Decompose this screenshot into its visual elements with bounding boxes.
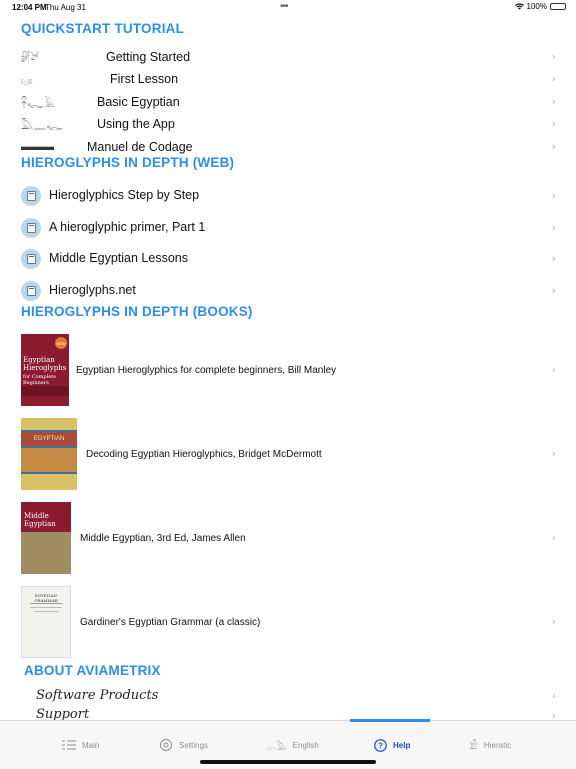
chevron-right-icon: › [551,363,556,376]
section-header-web: HIEROGLYPHS IN DEPTH (WEB) [21,155,235,170]
list-item-label: Middle Egyptian, 3rd Ed, James Allen [80,533,246,544]
list-item-basic-egyptian[interactable]: 𓋹𓆑𓄿 Basic Egyptian › [0,93,576,111]
tab-label: Main [82,740,100,750]
hieroglyph-icon: 𓅓𓈖𓆑 [21,120,63,132]
chevron-right-icon: › [551,95,556,108]
list-item-label: Egyptian Hieroglyphics for complete begi… [76,365,337,376]
web-page-icon [21,218,41,238]
active-tab-indicator [350,719,430,722]
chevron-right-icon: › [551,284,556,297]
book-cover-image: EGYPTIAN GRAMMAR [21,586,71,658]
tab-hieratic[interactable]: 𓀀 Hieratic [469,721,511,769]
cover-badge: NEW [55,337,67,349]
hieroglyph-icon: 𓂋𓅓 [266,741,287,752]
tab-label: Settings [179,740,208,750]
list-item-label: First Lesson [110,71,179,86]
book-cover-image: EGYPTIAN [21,418,77,490]
list-item-label: Software Products [36,687,159,703]
cover-title: Egyptian Hieroglyphs [23,356,67,372]
status-bar: 12:04 PM Thu Aug 31 ••• 100% [0,0,576,14]
hieroglyph-icon: 𓋹𓆑𓄿 [21,98,55,110]
chevron-right-icon: › [551,72,556,85]
multitasking-dots-icon[interactable]: ••• [280,1,288,12]
list-item-book[interactable]: Middle Egyptian Middle Egyptian, 3rd Ed,… [0,502,576,574]
tab-label: English [292,740,319,750]
hieratic-icon: 𓀀 [469,741,478,752]
chevron-right-icon: › [551,252,556,265]
battery-percent: 100% [526,2,547,11]
section-header-quickstart: QUICKSTART TUTORIAL [21,21,185,36]
list-item-book[interactable]: EGYPTIAN GRAMMAR Gardiner's Egyptian Gra… [0,586,576,658]
list-item-label: Basic Egyptian [97,94,180,109]
chevron-right-icon: › [551,140,556,153]
list-item-web-link[interactable]: Hieroglyphics Step by Step › [0,185,576,207]
chevron-right-icon: › [551,615,556,628]
list-item-label: Hieroglyphs.net [49,283,136,297]
list-item-book[interactable]: NEW Egyptian Hieroglyphs for Complete Be… [0,334,576,406]
tab-label: Help [393,740,411,750]
hieroglyph-icon: 𓏞𓃾 [21,53,40,65]
section-header-books: HIEROGLYPHS IN DEPTH (BOOKS) [21,304,253,319]
tab-label: Hieratic [483,740,512,750]
book-cover-image: Middle Egyptian [21,502,71,574]
list-item-manuel-de-codage[interactable]: ▬▬▬ Manuel de Codage › [0,138,576,155]
chevron-right-icon: › [551,689,556,702]
list-item-label: Hieroglyphics Step by Step [49,188,200,202]
chevron-right-icon: › [551,117,556,130]
question-icon: ? [374,738,387,752]
web-page-icon [21,249,41,269]
tab-main[interactable]: Main [62,721,99,769]
chevron-right-icon: › [551,447,556,460]
chevron-right-icon: › [551,50,556,63]
svg-text:?: ? [378,741,383,750]
list-item-label: A hieroglyphic primer, Part 1 [49,220,206,234]
cover-title: Middle Egyptian [24,512,56,528]
gear-icon [160,739,172,751]
list-icon [62,740,76,750]
hieroglyph-icon: 𓏤𓂂𓏤𓏤 [21,75,33,87]
list-item-web-link[interactable]: A hieroglyphic primer, Part 1 › [0,217,576,239]
status-date: Thu Aug 31 [45,3,86,12]
list-item-web-link[interactable]: Middle Egyptian Lessons › [0,248,576,270]
web-page-icon [21,186,41,206]
list-item-label: Gardiner's Egyptian Grammar (a classic) [80,617,261,628]
list-item-support[interactable]: Support › [0,707,576,723]
book-cover-image: NEW Egyptian Hieroglyphs for Complete Be… [21,334,69,406]
chevron-right-icon: › [551,189,556,202]
cover-title: EGYPTIAN [21,432,77,446]
home-indicator[interactable] [200,760,376,764]
keyboard-icon: ▬▬▬ [21,140,54,153]
list-item-label: Middle Egyptian Lessons [49,251,188,265]
list-item-using-the-app[interactable]: 𓅓𓈖𓆑 Using the App › [0,115,576,133]
tab-help[interactable]: ? Help [374,721,410,769]
list-item-label: Manuel de Codage [87,139,193,154]
list-item-getting-started[interactable]: 𓏞𓃾 Getting Started › [0,48,576,66]
list-item-web-link[interactable]: Hieroglyphs.net › [0,280,576,302]
list-item-label: Decoding Egyptian Hieroglyphics, Bridget… [86,449,322,460]
cover-subtitle: for Complete Beginners [23,374,57,386]
chevron-right-icon: › [551,221,556,234]
wifi-icon [514,3,524,10]
section-header-about: ABOUT AVIAMETRIX [24,663,161,678]
list-item-label: Getting Started [106,49,191,64]
cover-title: EGYPTIAN GRAMMAR [34,593,58,603]
list-item-label: Using the App [97,116,175,131]
chevron-right-icon: › [551,531,556,544]
status-right: 100% [514,2,566,11]
list-item-first-lesson[interactable]: 𓏤𓂂𓏤𓏤 First Lesson › [0,70,576,88]
list-item-book[interactable]: EGYPTIAN Decoding Egyptian Hieroglyphics… [0,418,576,490]
status-time: 12:04 PM [12,3,47,12]
battery-icon [550,3,566,10]
web-page-icon [21,281,41,301]
list-item-software-products[interactable]: Software Products › [0,686,576,704]
